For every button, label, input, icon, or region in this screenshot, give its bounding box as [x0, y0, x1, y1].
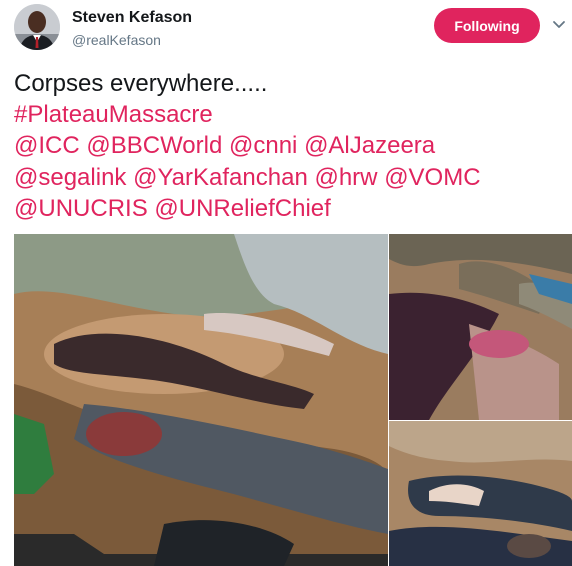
tweet-line: @segalink @YarKafanchan @hrw @VOMC — [14, 162, 562, 193]
mention-link[interactable]: @BBCWorld — [86, 132, 222, 159]
mention-link[interactable]: @AlJazeera — [304, 132, 435, 159]
mention-link[interactable]: @UNUCRIS — [14, 195, 148, 222]
tweet-text-segment: Corpses everywhere..... — [14, 70, 268, 97]
display-name[interactable]: Steven Kefason — [72, 8, 192, 28]
tweet-line: Corpses everywhere..... — [14, 68, 562, 99]
chevron-down-icon[interactable] — [552, 18, 566, 32]
tweet-photo-bottom-right[interactable] — [389, 421, 572, 566]
avatar-image — [14, 4, 60, 50]
tweet-text-segment — [222, 132, 229, 159]
hashtag-link[interactable]: #PlateauMassacre — [14, 101, 213, 128]
mention-link[interactable]: @cnni — [229, 132, 297, 159]
mention-link[interactable]: @VOMC — [384, 164, 480, 191]
avatar[interactable] — [14, 4, 60, 50]
mention-link[interactable]: @UNReliefChief — [154, 195, 330, 222]
user-handle[interactable]: @realKefason — [72, 31, 192, 49]
tweet-line: #PlateauMassacre — [14, 99, 562, 130]
tweet-photo-main[interactable] — [14, 234, 388, 566]
mention-link[interactable]: @YarKafanchan — [133, 164, 308, 191]
tweet-line: @UNUCRIS @UNReliefChief — [14, 193, 562, 224]
mention-link[interactable]: @hrw — [314, 164, 377, 191]
photo-image — [389, 234, 572, 420]
tweet-text: Corpses everywhere..... #PlateauMassacre @… — [14, 68, 562, 224]
following-button[interactable]: Following — [434, 8, 540, 43]
tweet-photo-top-right[interactable] — [389, 234, 572, 420]
mention-link[interactable]: @segalink — [14, 164, 126, 191]
photo-image — [14, 234, 388, 566]
author-names: Steven Kefason @realKefason — [72, 8, 192, 49]
mention-link[interactable]: @ICC — [14, 132, 80, 159]
photo-image — [389, 421, 572, 566]
tweet-line: @ICC @BBCWorld @cnni @AlJazeera — [14, 130, 562, 161]
tweet-header: Steven Kefason @realKefason Following — [0, 0, 572, 60]
